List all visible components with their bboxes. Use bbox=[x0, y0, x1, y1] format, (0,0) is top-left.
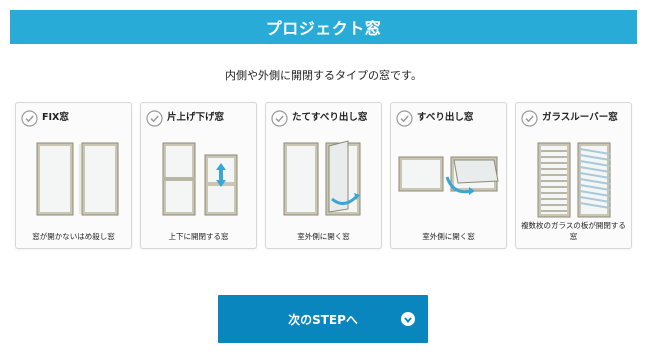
vertical-slide-out-window-illustration bbox=[283, 140, 361, 216]
option-card-fix[interactable]: FIX窓 窓が開かないはめ殺し窓 bbox=[15, 102, 132, 249]
check-circle-icon bbox=[21, 110, 38, 127]
next-step-label: 次のSTEPへ bbox=[288, 312, 358, 327]
option-caption: 窓が開かないはめ殺し窓 bbox=[32, 232, 115, 241]
option-caption: 室外側に開く窓 bbox=[297, 232, 350, 241]
option-caption: 複数枚のガラスの板が開閉する窓 bbox=[521, 221, 626, 241]
option-title: ガラスルーバー窓 bbox=[542, 112, 618, 123]
option-title: FIX窓 bbox=[42, 112, 69, 123]
slide-out-window-illustration bbox=[398, 156, 499, 195]
option-card-glass-louver[interactable]: ガラスルーバー窓 複数枚のガラスの板が開閉する窓 bbox=[515, 102, 632, 249]
arrow-down-circle-icon bbox=[401, 312, 415, 326]
page-title: プロジェクト窓 bbox=[265, 19, 382, 38]
check-circle-icon bbox=[146, 110, 163, 127]
fix-window-illustration bbox=[36, 142, 119, 216]
check-circle-icon bbox=[271, 110, 288, 127]
option-caption: 上下に開閉する窓 bbox=[168, 232, 229, 241]
page-header: プロジェクト窓 bbox=[10, 10, 637, 44]
option-card-vertical-slide-out[interactable]: たてすべり出し窓 室外側に開く窓 bbox=[265, 102, 382, 249]
option-title: 片上げ下げ窓 bbox=[167, 112, 225, 123]
check-circle-icon bbox=[521, 110, 538, 127]
option-card-slide-out[interactable]: すべり出し窓 室外側に開く窓 bbox=[390, 102, 507, 249]
option-card-single-hung[interactable]: 片上げ下げ窓 上下に開閉する窓 bbox=[140, 102, 257, 249]
single-hung-window-illustration bbox=[162, 142, 238, 216]
page-description: 内側や外側に開閉するタイプの窓です。 bbox=[225, 69, 422, 82]
option-title: たてすべり出し窓 bbox=[292, 112, 368, 123]
check-circle-icon bbox=[396, 110, 413, 127]
next-step-button[interactable]: 次のSTEPへ bbox=[218, 295, 428, 343]
option-title: すべり出し窓 bbox=[417, 112, 474, 123]
glass-louver-window-illustration bbox=[537, 142, 611, 218]
option-caption: 室外側に開く窓 bbox=[422, 232, 475, 241]
